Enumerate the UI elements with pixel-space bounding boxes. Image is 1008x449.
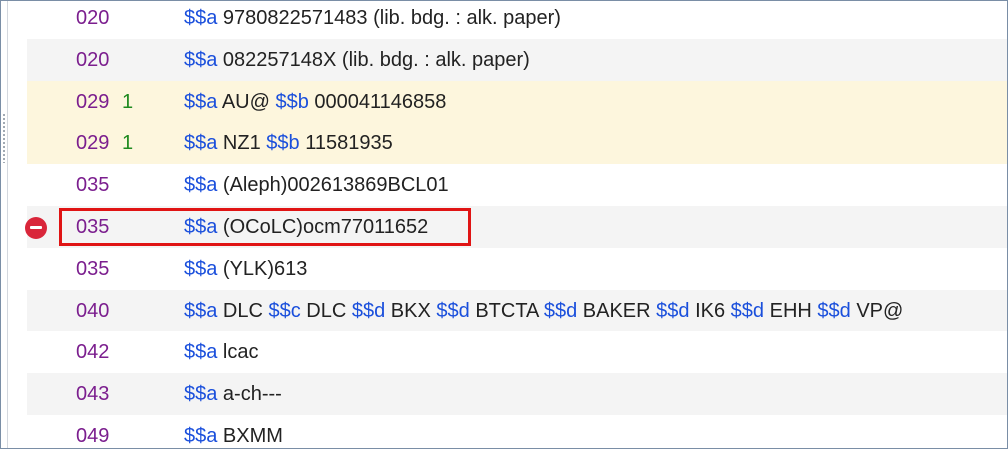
marc-field-row[interactable]: 043 $$a a-ch---	[27, 373, 1007, 415]
marc-editor-panel: 020 $$a 9780822571483 (lib. bdg. : alk. p…	[0, 0, 1008, 449]
subfield-code: $$d	[351, 299, 386, 322]
marc-field-row[interactable]: 040 $$a DLC $$c DLC $$d BKX $$d BTCTA $$d…	[27, 289, 1007, 332]
field-tag[interactable]: 020	[76, 1, 109, 39]
subfield-value: 082257148X (lib. bdg. : alk. paper)	[217, 48, 530, 71]
subfield-code: $$a	[184, 48, 218, 71]
field-tag[interactable]: 042	[76, 331, 109, 373]
subfield-value: 11581935	[299, 132, 393, 155]
subfield-code: $$d	[656, 299, 690, 322]
subfield-value: IK6	[689, 299, 731, 322]
subfield-code: $$a	[184, 341, 218, 364]
subfield-value: (YLK)613	[217, 257, 308, 280]
subfield-value: DLC	[300, 299, 352, 322]
subfield-value: BKX	[385, 299, 437, 322]
subfield-value: DLC	[217, 299, 269, 322]
field-tag[interactable]: 020	[76, 39, 109, 81]
subfield-value: BXMM	[217, 424, 283, 447]
field-tag[interactable]: 049	[76, 415, 109, 448]
field-tag[interactable]: 035	[76, 248, 109, 290]
field-tag[interactable]: 035	[76, 164, 109, 206]
field-tag[interactable]: 043	[76, 373, 109, 415]
subfield-value: 000041146858	[308, 90, 447, 113]
subfield-code: $$a	[184, 299, 218, 322]
marc-field-list: 020 $$a 9780822571483 (lib. bdg. : alk. p…	[25, 1, 1007, 448]
field-content[interactable]: $$a (Aleph)002613869BCL01	[184, 164, 449, 206]
field-tag[interactable]: 040	[76, 290, 109, 332]
field-indicator[interactable]: 1	[122, 122, 133, 164]
field-tag[interactable]: 029	[76, 81, 109, 123]
splitter-grip-icon[interactable]	[2, 113, 6, 163]
subfield-code: $$d	[543, 299, 578, 322]
marc-field-row[interactable]: 020 $$a 082257148X (lib. bdg. : alk. pape…	[27, 38, 1007, 81]
field-content[interactable]: $$a 9780822571483 (lib. bdg. : alk. pape…	[184, 1, 561, 39]
subfield-code: $$c	[268, 299, 301, 322]
subfield-value: (Aleph)002613869BCL01	[217, 174, 449, 197]
subfield-value: NZ1	[217, 132, 267, 155]
subfield-value: AU@	[217, 90, 276, 113]
subfield-code: $$a	[184, 7, 218, 29]
field-content[interactable]: $$a AU@ $$b 000041146858	[184, 81, 446, 123]
delete-field-icon[interactable]	[25, 216, 47, 239]
subfield-code: $$a	[184, 174, 218, 197]
field-content[interactable]: $$a (YLK)613	[184, 248, 307, 290]
subfield-code: $$a	[184, 132, 218, 155]
subfield-code: $$a	[184, 383, 218, 406]
field-content[interactable]: $$a NZ1 $$b 11581935	[184, 122, 393, 164]
marc-field-row[interactable]: 035 $$a (Aleph)002613869BCL01	[27, 164, 1007, 206]
subfield-value: VP@	[850, 299, 904, 322]
subfield-code: $$b	[266, 132, 300, 155]
subfield-value: (OCoLC)ocm77011652	[217, 215, 429, 238]
field-content[interactable]: $$a 082257148X (lib. bdg. : alk. paper)	[184, 39, 530, 81]
field-content[interactable]: $$a BXMM	[184, 415, 283, 448]
marc-field-row[interactable]: 035 $$a (YLK)613	[27, 248, 1007, 290]
marc-field-row[interactable]: 049 $$a BXMM	[27, 415, 1007, 448]
subfield-code: $$a	[184, 424, 218, 447]
marc-field-row[interactable]: 020 $$a 9780822571483 (lib. bdg. : alk. p…	[27, 1, 1007, 39]
subfield-code: $$a	[184, 215, 218, 238]
field-indicator[interactable]: 1	[122, 81, 133, 123]
marc-field-row[interactable]: 042 $$a lcac	[27, 331, 1007, 373]
subfield-value: EHH	[764, 299, 818, 322]
field-content[interactable]: $$a (OCoLC)ocm77011652	[184, 206, 428, 248]
marc-field-row[interactable]: 029 1 $$a NZ1 $$b 11581935	[27, 122, 1007, 165]
marc-field-row[interactable]: 035 $$a (OCoLC)ocm77011652	[25, 205, 1007, 248]
subfield-code: $$d	[436, 299, 470, 322]
field-content[interactable]: $$a lcac	[184, 331, 259, 373]
field-tag[interactable]: 029	[76, 122, 109, 164]
field-tag[interactable]: 035	[76, 206, 109, 248]
subfield-value: BTCTA	[469, 299, 544, 322]
subfield-code: $$a	[184, 90, 218, 113]
field-content[interactable]: $$a DLC $$c DLC $$d BKX $$d BTCTA $$d BA…	[184, 290, 903, 332]
subfield-code: $$a	[184, 257, 218, 280]
panel-splitter[interactable]	[1, 1, 8, 448]
field-content[interactable]: $$a a-ch---	[184, 373, 282, 415]
subfield-value: a-ch---	[217, 383, 282, 406]
subfield-code: $$d	[730, 299, 765, 322]
subfield-value: BAKER	[577, 299, 657, 322]
marc-field-row[interactable]: 029 1 $$a AU@ $$b 000041146858	[27, 80, 1007, 123]
subfield-code: $$d	[817, 299, 851, 322]
subfield-value: lcac	[217, 341, 259, 364]
subfield-value: 9780822571483 (lib. bdg. : alk. paper)	[217, 7, 561, 29]
subfield-code: $$b	[275, 90, 309, 113]
